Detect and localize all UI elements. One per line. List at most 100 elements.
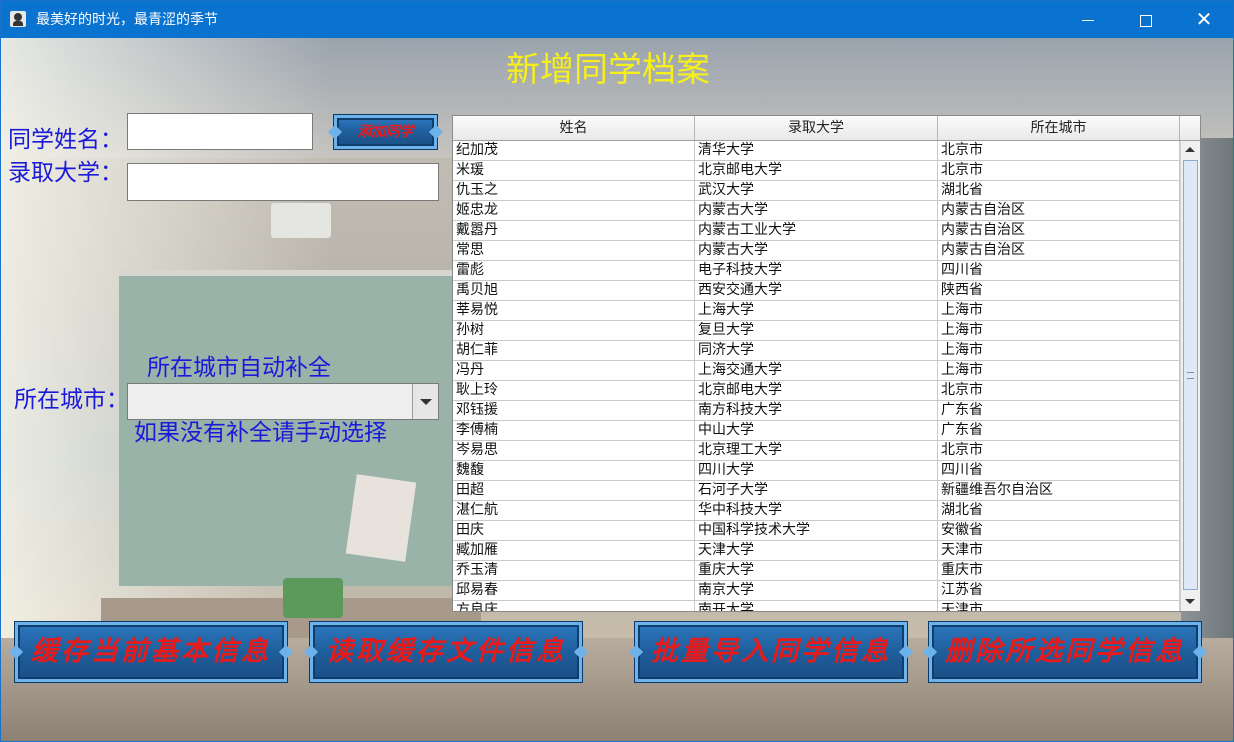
cell-university: 西安交通大学	[695, 281, 938, 301]
cell-university: 上海大学	[695, 301, 938, 321]
cell-name: 魏馥	[453, 461, 695, 481]
background-bin	[283, 578, 343, 618]
cell-name: 雷彪	[453, 261, 695, 281]
cell-city: 重庆市	[938, 561, 1180, 581]
cell-name: 臧加雁	[453, 541, 695, 561]
add-classmate-button[interactable]: 添加同学	[334, 115, 437, 149]
table-row[interactable]: 邱易春 南京大学 江苏省	[453, 581, 1180, 601]
batch-import-button[interactable]: 批量导入同学信息	[635, 622, 907, 682]
table-row[interactable]: 乔玉清 重庆大学 重庆市	[453, 561, 1180, 581]
cell-city: 天津市	[938, 541, 1180, 561]
cell-city: 北京市	[938, 441, 1180, 461]
cell-university: 北京邮电大学	[695, 161, 938, 181]
cell-city: 北京市	[938, 141, 1180, 161]
cell-name: 乔玉清	[453, 561, 695, 581]
cell-university: 天津大学	[695, 541, 938, 561]
cell-name: 孙树	[453, 321, 695, 341]
close-button[interactable]: ✕	[1175, 1, 1233, 38]
cell-city: 内蒙古自治区	[938, 241, 1180, 261]
minimize-button[interactable]	[1059, 1, 1117, 38]
table-row[interactable]: 岑易思 北京理工大学 北京市	[453, 441, 1180, 461]
table-row[interactable]: 冯丹 上海交通大学 上海市	[453, 361, 1180, 381]
cell-university: 武汉大学	[695, 181, 938, 201]
column-header-university[interactable]: 录取大学	[695, 116, 938, 140]
table-body: 纪加茂 清华大学 北京市 米瑗 北京邮电大学 北京市 仇玉之 武汉大学 湖北省 姬忠龙 内蒙古大学内…	[453, 141, 1180, 611]
cell-university: 南方科技大学	[695, 401, 938, 421]
table-row[interactable]: 常思 内蒙古大学 内蒙古自治区	[453, 241, 1180, 261]
city-manual-hint: 如果没有补全请手动选择	[134, 420, 387, 446]
cell-name: 纪加茂	[453, 141, 695, 161]
cell-name: 田超	[453, 481, 695, 501]
scroll-down-icon[interactable]	[1181, 593, 1200, 610]
table-row[interactable]: 孙树 复旦大学 上海市	[453, 321, 1180, 341]
table-header: 姓名 录取大学 所在城市	[453, 116, 1180, 141]
delete-selected-button[interactable]: 删除所选同学信息	[929, 622, 1201, 682]
add-classmate-label: 添加同学	[357, 124, 414, 140]
cell-name: 邓钰援	[453, 401, 695, 421]
cell-name: 常思	[453, 241, 695, 261]
name-input[interactable]	[127, 113, 313, 150]
read-cache-label: 读取缓存文件信息	[326, 636, 566, 667]
title-bar[interactable]: 最美好的时光，最青涩的季节 ✕	[1, 1, 1233, 38]
city-combobox[interactable]	[127, 383, 439, 420]
table-row[interactable]: 胡仁菲 同济大学 上海市	[453, 341, 1180, 361]
cell-name: 岑易思	[453, 441, 695, 461]
cell-university: 华中科技大学	[695, 501, 938, 521]
table-row[interactable]: 姬忠龙 内蒙古大学 内蒙古自治区	[453, 201, 1180, 221]
table-row[interactable]: 仇玉之 武汉大学 湖北省	[453, 181, 1180, 201]
cell-name: 李傅楠	[453, 421, 695, 441]
table-row[interactable]: 田超 石河子大学 新疆维吾尔自治区	[453, 481, 1180, 501]
cell-city: 湖北省	[938, 181, 1180, 201]
table-scrollbar[interactable]	[1180, 141, 1200, 611]
table-row[interactable]: 方良庆 南开大学 天津市	[453, 601, 1180, 611]
chevron-down-icon[interactable]	[412, 384, 438, 419]
scroll-thumb[interactable]	[1183, 160, 1198, 590]
cell-university: 内蒙古大学	[695, 201, 938, 221]
table-row[interactable]: 雷彪 电子科技大学 四川省	[453, 261, 1180, 281]
cell-university: 北京邮电大学	[695, 381, 938, 401]
cell-city: 北京市	[938, 381, 1180, 401]
table-row[interactable]: 米瑗 北京邮电大学 北京市	[453, 161, 1180, 181]
table-row[interactable]: 魏馥 四川大学 四川省	[453, 461, 1180, 481]
cell-city: 上海市	[938, 361, 1180, 381]
cell-city: 四川省	[938, 261, 1180, 281]
table-row[interactable]: 湛仁航 华中科技大学 湖北省	[453, 501, 1180, 521]
cell-university: 清华大学	[695, 141, 938, 161]
cell-city: 北京市	[938, 161, 1180, 181]
university-label: 录取大学：	[8, 160, 123, 186]
table-row[interactable]: 李傅楠 中山大学 广东省	[453, 421, 1180, 441]
table-row[interactable]: 莘易悦 上海大学 上海市	[453, 301, 1180, 321]
save-cache-button[interactable]: 缓存当前基本信息	[15, 622, 287, 682]
table-row[interactable]: 耿上玲 北京邮电大学 北京市	[453, 381, 1180, 401]
cell-city: 上海市	[938, 301, 1180, 321]
university-input[interactable]	[127, 163, 439, 201]
maximize-button[interactable]	[1117, 1, 1175, 38]
read-cache-button[interactable]: 读取缓存文件信息	[310, 622, 582, 682]
cell-university: 复旦大学	[695, 321, 938, 341]
background-outlet	[271, 203, 331, 238]
scroll-up-icon[interactable]	[1181, 141, 1200, 158]
cell-city: 上海市	[938, 321, 1180, 341]
classmate-table[interactable]: 姓名 录取大学 所在城市 纪加茂 清华大学 北京市 米瑗 北京邮电大学 北京市 仇玉之 武汉大…	[452, 115, 1201, 612]
cell-university: 同济大学	[695, 341, 938, 361]
table-row[interactable]: 纪加茂 清华大学 北京市	[453, 141, 1180, 161]
cell-university: 电子科技大学	[695, 261, 938, 281]
table-row[interactable]: 臧加雁 天津大学 天津市	[453, 541, 1180, 561]
cell-university: 南京大学	[695, 581, 938, 601]
cell-university: 内蒙古大学	[695, 241, 938, 261]
cell-university: 中山大学	[695, 421, 938, 441]
table-row[interactable]: 禹贝旭 西安交通大学 陕西省	[453, 281, 1180, 301]
cell-name: 邱易春	[453, 581, 695, 601]
column-header-name[interactable]: 姓名	[453, 116, 695, 140]
cell-city: 新疆维吾尔自治区	[938, 481, 1180, 501]
table-row[interactable]: 戴嚣丹 内蒙古工业大学 内蒙古自治区	[453, 221, 1180, 241]
window-title: 最美好的时光，最青涩的季节	[36, 12, 218, 28]
column-header-city[interactable]: 所在城市	[938, 116, 1180, 140]
delete-selected-label: 删除所选同学信息	[945, 636, 1185, 667]
maximize-icon	[1140, 14, 1152, 27]
table-row[interactable]: 田庆 中国科学技术大学 安徽省	[453, 521, 1180, 541]
cell-city: 江苏省	[938, 581, 1180, 601]
cell-name: 田庆	[453, 521, 695, 541]
cell-city: 广东省	[938, 401, 1180, 421]
table-row[interactable]: 邓钰援 南方科技大学 广东省	[453, 401, 1180, 421]
